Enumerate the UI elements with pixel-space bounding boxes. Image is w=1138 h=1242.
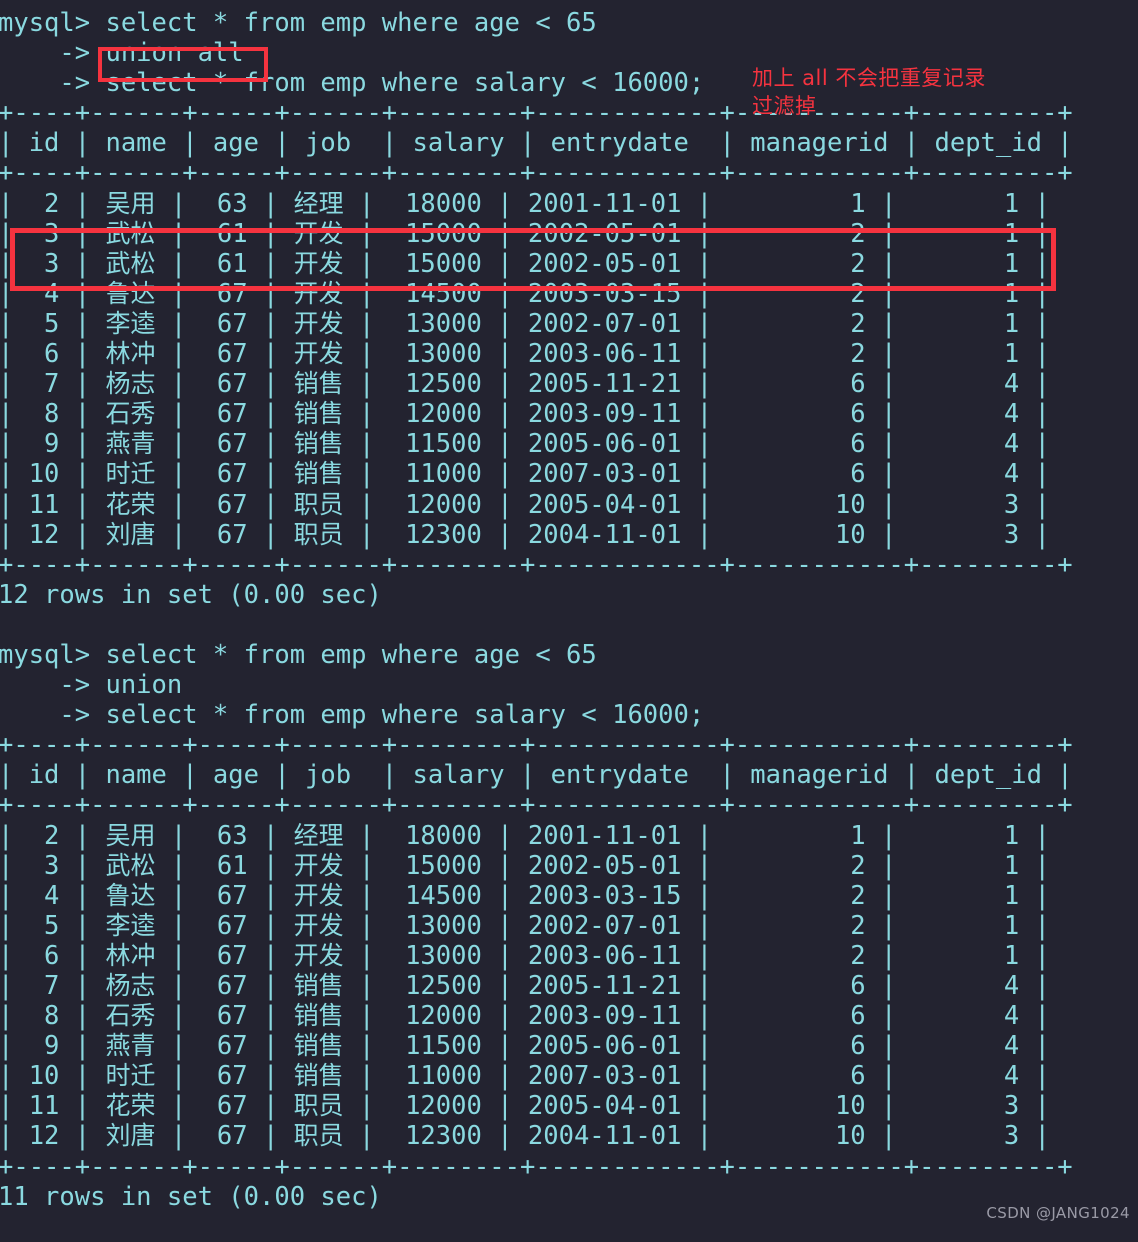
table-row: | 8 | 石秀 | 67 | 销售 | 12000 | 2003-09-11 … xyxy=(0,1001,1050,1032)
cjk-text: 刘唐 xyxy=(105,1121,156,1151)
cjk-text: 林冲 xyxy=(105,339,156,369)
table-header-row: | id | name | age | job | salary | entry… xyxy=(0,760,1073,791)
cjk-text: 时迁 xyxy=(105,1061,156,1091)
terminal-output: mysql> select * from emp where age < 65 … xyxy=(0,0,1138,1232)
cjk-text: 花荣 xyxy=(105,1091,156,1121)
cjk-text: 开发 xyxy=(293,910,344,940)
cjk-text: 销售 xyxy=(293,1061,344,1091)
table-row: | 5 | 李逵 | 67 | 开发 | 13000 | 2002-07-01 … xyxy=(0,308,1050,339)
cjk-text: 开发 xyxy=(293,850,344,880)
table-row: | 7 | 杨志 | 67 | 销售 | 12500 | 2005-11-21 … xyxy=(0,369,1050,400)
table-row: | 6 | 林冲 | 67 | 开发 | 13000 | 2003-06-11 … xyxy=(0,940,1050,971)
cjk-text: 销售 xyxy=(293,399,344,429)
cjk-text: 开发 xyxy=(293,308,344,338)
table-row: | 4 | 鲁达 | 67 | 开发 | 14500 | 2003-03-15 … xyxy=(0,278,1050,309)
cjk-text: 销售 xyxy=(293,1001,344,1031)
cjk-text: 燕青 xyxy=(105,1031,156,1061)
cjk-text: 李逵 xyxy=(105,910,156,940)
table-row: | 10 | 时迁 | 67 | 销售 | 11000 | 2007-03-01… xyxy=(0,1061,1050,1092)
cjk-text: 吴用 xyxy=(105,188,156,218)
annotation-note: 加上 all 不会把重复记录 过滤掉 xyxy=(752,66,986,118)
query-line: mysql> select * from emp where age < 65 xyxy=(0,8,597,38)
table-row: | 7 | 杨志 | 67 | 销售 | 12500 | 2005-11-21 … xyxy=(0,971,1050,1001)
table-separator: +----+------+-----+------+--------+-----… xyxy=(0,158,1073,189)
cjk-text: 经理 xyxy=(293,820,344,850)
table-row: | 5 | 李逵 | 67 | 开发 | 13000 | 2002-07-01 … xyxy=(0,910,1050,941)
cjk-text: 销售 xyxy=(293,369,344,399)
cjk-text: 销售 xyxy=(293,1031,344,1061)
cjk-text: 时迁 xyxy=(105,459,156,489)
query-line: -> union xyxy=(0,670,183,701)
cjk-text: 开发 xyxy=(293,248,344,278)
cjk-text: 销售 xyxy=(293,429,344,459)
table-row: | 12 | 刘唐 | 67 | 职员 | 12300 | 2004-11-01… xyxy=(0,1121,1050,1152)
table-row: | 9 | 燕青 | 67 | 销售 | 11500 | 2005-06-01 … xyxy=(0,429,1050,460)
cjk-text: 销售 xyxy=(293,459,344,489)
cjk-text: 鲁达 xyxy=(105,880,156,910)
cjk-text: 开发 xyxy=(293,940,344,970)
table-row: | 2 | 吴用 | 63 | 经理 | 18000 | 2001-11-01 … xyxy=(0,820,1050,851)
cjk-text: 职员 xyxy=(293,489,344,519)
watermark: CSDN @JANG1024 xyxy=(986,1204,1130,1222)
cjk-text: 刘唐 xyxy=(105,519,156,549)
table-row: | 2 | 吴用 | 63 | 经理 | 18000 | 2001-11-01 … xyxy=(0,188,1050,219)
table-row: | 12 | 刘唐 | 67 | 职员 | 12300 | 2004-11-01… xyxy=(0,519,1050,550)
table-separator: +----+------+-----+------+--------+-----… xyxy=(0,790,1073,821)
cjk-text: 职员 xyxy=(293,519,344,549)
cjk-text: 开发 xyxy=(293,880,344,910)
table-row: | 3 | 武松 | 61 | 开发 | 15000 | 2002-05-01 … xyxy=(0,850,1050,881)
table-row: | 10 | 时迁 | 67 | 销售 | 11000 | 2007-03-01… xyxy=(0,459,1050,490)
table-row: | 4 | 鲁达 | 67 | 开发 | 14500 | 2003-03-15 … xyxy=(0,880,1050,911)
table-row: | 11 | 花荣 | 67 | 职员 | 12000 | 2005-04-01… xyxy=(0,1091,1050,1122)
cjk-text: 吴用 xyxy=(105,820,156,850)
table-row: | 9 | 燕青 | 67 | 销售 | 11500 | 2005-06-01 … xyxy=(0,1031,1050,1062)
query-line: mysql> select * from emp where age < 65 xyxy=(0,639,597,670)
cjk-text: 燕青 xyxy=(105,429,156,459)
table-separator: +----+------+-----+------+--------+-----… xyxy=(0,549,1073,580)
cjk-text: 花荣 xyxy=(105,489,156,519)
status-line: 12 rows in set (0.00 sec) xyxy=(0,579,382,610)
cjk-text: 武松 xyxy=(105,248,156,278)
table-row: | 8 | 石秀 | 67 | 销售 | 12000 | 2003-09-11 … xyxy=(0,399,1050,430)
cjk-text: 开发 xyxy=(293,278,344,308)
cjk-text: 开发 xyxy=(293,339,344,369)
cjk-text: 李逵 xyxy=(105,308,156,338)
cjk-text: 鲁达 xyxy=(105,278,156,308)
table-separator: +----+------+-----+------+--------+-----… xyxy=(0,1151,1073,1182)
table-separator: +----+------+-----+------+--------+-----… xyxy=(0,730,1073,761)
cjk-text: 武松 xyxy=(105,850,156,880)
table-row: | 11 | 花荣 | 67 | 职员 | 12000 | 2005-04-01… xyxy=(0,489,1050,520)
cjk-text: 职员 xyxy=(293,1121,344,1151)
cjk-text: 经理 xyxy=(293,188,344,218)
query-line: -> select * from emp where salary < 1600… xyxy=(0,700,705,731)
table-row: | 3 | 武松 | 61 | 开发 | 15000 | 2002-05-01 … xyxy=(0,218,1050,249)
cjk-text: 杨志 xyxy=(105,369,156,399)
table-header-row: | id | name | age | job | salary | entry… xyxy=(0,128,1073,159)
table-row: | 3 | 武松 | 61 | 开发 | 15000 | 2002-05-01 … xyxy=(0,248,1050,279)
table-row: | 6 | 林冲 | 67 | 开发 | 13000 | 2003-06-11 … xyxy=(0,339,1050,370)
cjk-text: 石秀 xyxy=(105,1001,156,1031)
cjk-text: 林冲 xyxy=(105,940,156,970)
cjk-text: 职员 xyxy=(293,1091,344,1121)
cjk-text: 石秀 xyxy=(105,399,156,429)
status-line: 11 rows in set (0.00 sec) xyxy=(0,1181,382,1212)
cjk-text: 杨志 xyxy=(105,971,156,1000)
cjk-text: 销售 xyxy=(293,971,344,1000)
cjk-text: 武松 xyxy=(105,218,156,248)
cjk-text: 开发 xyxy=(293,218,344,248)
